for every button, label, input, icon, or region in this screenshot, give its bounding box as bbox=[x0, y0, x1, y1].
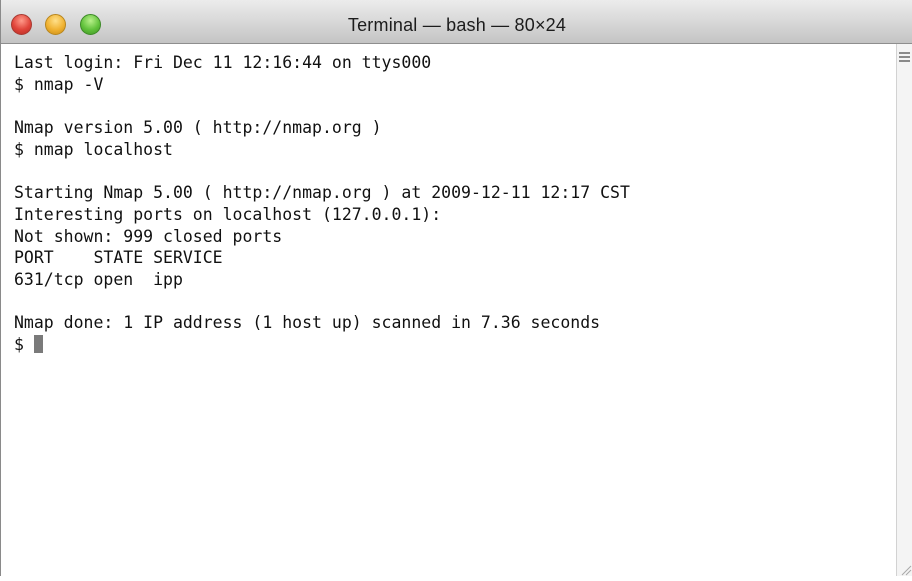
vertical-scrollbar[interactable] bbox=[896, 44, 912, 576]
scroll-split-icon[interactable] bbox=[899, 52, 910, 64]
terminal-line: Starting Nmap 5.00 ( http://nmap.org ) a… bbox=[14, 183, 630, 203]
prompt-line[interactable]: $ bbox=[14, 334, 897, 356]
title-bar[interactable]: Terminal — bash — 80×24 bbox=[1, 0, 912, 44]
terminal-line: 631/tcp open ipp bbox=[14, 269, 183, 289]
text-cursor bbox=[33, 334, 43, 353]
shell-prompt: $ bbox=[14, 334, 34, 354]
terminal-line: Interesting ports on localhost (127.0.0.… bbox=[14, 204, 442, 224]
terminal-window: Terminal — bash — 80×24 Last login: Fri … bbox=[0, 0, 912, 576]
terminal-line: Nmap done: 1 IP address (1 host up) scan… bbox=[14, 313, 601, 333]
terminal-line: Nmap version 5.00 ( http://nmap.org ) bbox=[14, 118, 382, 138]
terminal-line: Last login: Fri Dec 11 12:16:44 on ttys0… bbox=[14, 53, 432, 72]
terminal-line: Not shown: 999 closed ports bbox=[14, 226, 283, 246]
terminal-line: $ nmap localhost bbox=[14, 139, 173, 159]
resize-grip-icon[interactable] bbox=[898, 562, 912, 576]
terminal-line: $ nmap -V bbox=[14, 74, 104, 94]
window-title: Terminal — bash — 80×24 bbox=[347, 15, 567, 35]
terminal-output[interactable]: Last login: Fri Dec 11 12:16:44 on ttys0… bbox=[1, 44, 897, 576]
terminal-line: PORT STATE SERVICE bbox=[14, 248, 223, 268]
